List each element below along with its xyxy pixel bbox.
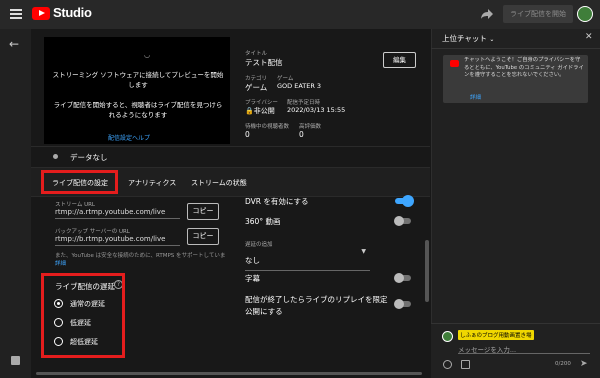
add-delay-value: なし [245,256,260,265]
emoji-icon[interactable] [443,360,452,369]
360-video-toggle[interactable] [394,216,411,226]
chat-welcome-text: チャットへようこそ！ご自身のプライバシーを守るとともに、YouTube のコミュ… [464,57,584,78]
game-label: ゲーム [277,76,294,82]
chat-title-dropdown[interactable]: 上位チャット ⌄ [442,33,494,44]
horizontal-scrollbar[interactable] [36,372,422,375]
chevron-down-icon: ⌄ [489,36,495,43]
status-dot [53,154,58,159]
dvr-label: DVR を有効にする [245,197,309,206]
chat-user-name: しふぁのブログ用動画置き場 [458,330,534,340]
game-value: GOD EATER 3 [277,82,322,90]
latency-highlight-box [41,273,125,358]
divider [31,146,430,147]
send-icon[interactable]: ➤ [580,359,588,369]
rtmps-note-text: また、YouTube は安全な接続のために、RTMPS をサポートしていま [55,253,226,259]
waiting-viewers-value: 0 [245,130,250,139]
rtmps-note: また、YouTube は安全な接続のために、RTMPS をサポートしていま 詳細 [55,252,235,268]
tab-stream-health[interactable]: ストリームの状態 [191,178,247,188]
tab-highlight-box [41,170,118,194]
close-icon[interactable]: ✕ [585,32,593,42]
youtube-logo-icon[interactable] [32,7,50,20]
captions-label: 字幕 [245,274,260,283]
backup-url-label: バックアップ サーバーの URL [55,229,130,235]
edit-button[interactable]: 編集 [383,52,416,68]
chat-input-underline [458,353,590,354]
privacy-label: プライバシー [245,100,278,106]
feedback-icon[interactable] [11,356,20,365]
waiting-viewers-label: 待機中の視聴者数 [245,124,290,130]
chevron-down-icon: ▼ [361,248,366,255]
divider [31,196,430,197]
copy-backup-url-button[interactable]: コピー [187,228,219,245]
backup-url-field[interactable]: rtmp://b.rtmp.youtube.com/live [55,235,180,246]
chat-welcome-link[interactable]: 詳細 [470,93,481,101]
chat-title: 上位チャット [442,34,487,43]
stream-url-label: ストリーム URL [55,202,95,208]
category-label: カテゴリ [245,76,268,82]
stream-url-field[interactable]: rtmp://a.rtmp.youtube.com/live [55,208,180,219]
no-data-status: データなし [70,153,108,162]
rtmps-detail-link[interactable]: 詳細 [55,261,66,267]
scheduled-value: 2022/03/13 15:55 [287,106,346,114]
title-value: テスト配信 [245,58,283,67]
youtube-icon [450,60,459,67]
add-delay-select[interactable]: なし ▼ [245,248,370,271]
360-video-label: 360° 動画 [245,217,281,226]
studio-brand: Studio [53,5,92,20]
preview-message-1: ストリーミング ソフトウェアに接続してプレビューを開始します [52,71,224,89]
shop-icon[interactable] [461,360,470,369]
left-rail [0,29,31,378]
title-label: タイトル [245,51,268,57]
tab-analytics[interactable]: アナリティクス [128,178,176,188]
back-arrow-icon[interactable]: ← [9,37,19,51]
likes-label: 高評価数 [299,124,322,130]
add-delay-label: 遅延の追加 [245,242,273,248]
scheduled-label: 配信予定日時 [287,100,321,106]
privacy-text: 非公開 [253,107,275,115]
stream-help-link[interactable]: 配信設定ヘルプ [108,133,150,142]
replay-unlisted-label: 配信が終了したらライブのリプレイを限定公開にする [245,295,388,316]
category-value: ゲーム [245,83,268,92]
menu-icon[interactable] [10,9,22,19]
replay-unlisted-toggle[interactable] [394,299,411,309]
share-icon[interactable] [480,8,494,20]
dvr-toggle[interactable] [395,196,413,206]
copy-stream-url-button[interactable]: コピー [187,203,219,220]
account-avatar[interactable] [577,6,593,22]
captions-toggle[interactable] [394,273,411,283]
char-count: 0/200 [555,361,571,367]
go-live-button[interactable]: ライブ配信を開始 [503,5,573,23]
vertical-scrollbar[interactable] [425,240,429,302]
lock-icon: 🔒 [245,107,254,115]
preview-message-2: ライブ配信を開始すると、視聴者はライブ配信を見つけられるようになります [53,101,223,119]
privacy-value: 🔒非公開 [245,106,275,116]
chat-user-avatar [442,331,453,342]
stream-preview [44,37,230,144]
loading-spinner-icon: ◡ [144,51,151,59]
likes-value: 0 [299,130,304,139]
